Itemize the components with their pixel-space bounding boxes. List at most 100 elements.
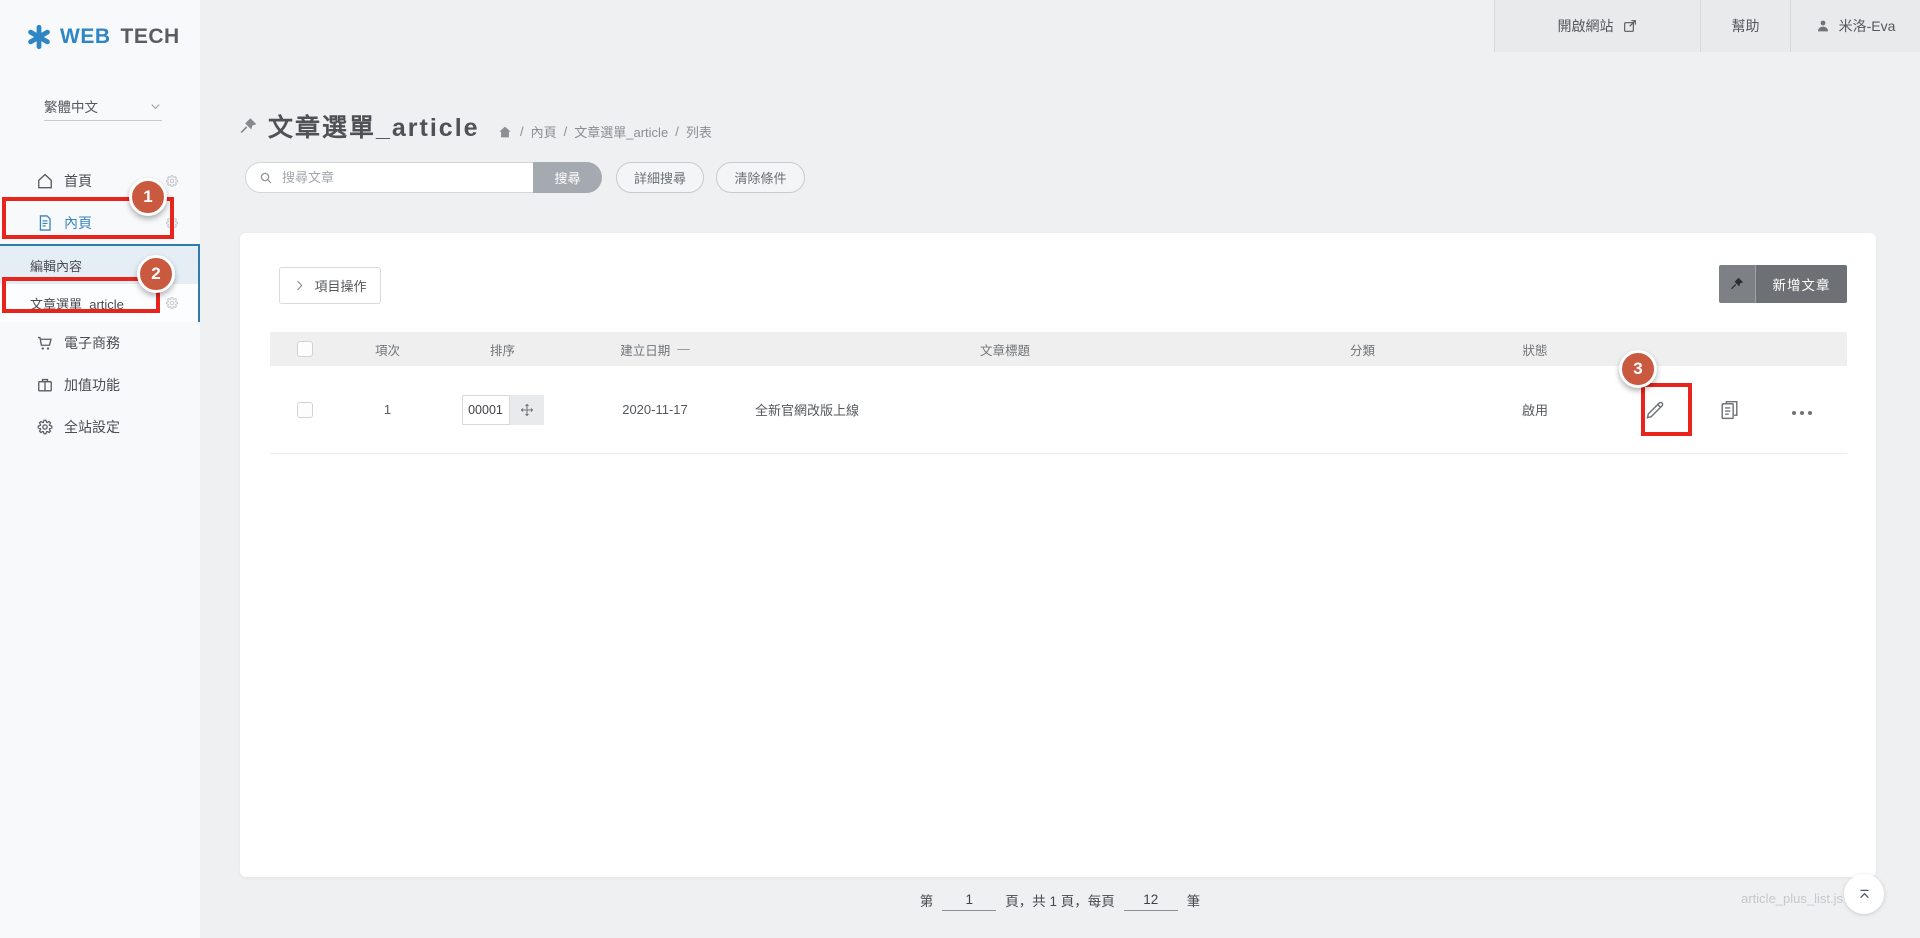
user-menu[interactable]: 米洛-Eva [1790, 0, 1919, 52]
pagination-prefix: 第 [920, 890, 934, 910]
search-row: 搜尋 詳細搜尋 清除條件 [245, 162, 805, 193]
gear-icon[interactable] [164, 173, 180, 189]
language-label: 繁體中文 [44, 96, 98, 116]
topbar: 開啟網站 幫助 米洛-Eva [1494, 0, 1920, 52]
pencil-icon[interactable] [1642, 397, 1667, 422]
sidebar-item-inner-pages[interactable]: 內頁 [0, 202, 200, 244]
chevron-down-icon [149, 100, 162, 113]
bulk-actions-label: 項目操作 [314, 276, 366, 295]
chevron-right-icon [293, 279, 306, 292]
row-actions [1615, 397, 1847, 422]
page-number-input[interactable] [942, 889, 996, 911]
breadcrumb: / 內頁 / 文章選單_article / 列表 [497, 122, 712, 141]
pagination-suffix: 筆 [1187, 890, 1201, 910]
scroll-top-icon [1856, 886, 1873, 903]
move-handle-icon [519, 402, 535, 418]
breadcrumb-separator: / [675, 124, 679, 139]
column-header-category: 分類 [1270, 340, 1455, 359]
table-row: 1 2020-11-17 全新官網改版上線 啟用 [270, 366, 1847, 454]
addons-box-icon [35, 375, 55, 395]
sidebar-item-label: 全站設定 [64, 417, 120, 437]
script-filename: article_plus_list.js [1741, 891, 1843, 906]
table-header-row: 項次 排序 建立日期 — 文章標題 分類 狀態 [270, 332, 1847, 366]
external-link-icon [1622, 18, 1638, 34]
per-page-input[interactable] [1124, 889, 1178, 911]
search-input-wrap [245, 162, 533, 193]
annotation-badge-2: 2 [137, 255, 175, 293]
pushpin-icon [1729, 276, 1746, 293]
add-article-button[interactable]: 新增文章 [1756, 265, 1847, 303]
breadcrumb-item[interactable]: 內頁 [531, 122, 557, 141]
user-name: 米洛-Eva [1839, 16, 1896, 36]
clear-filters-button[interactable]: 清除條件 [716, 162, 805, 193]
sort-order-group [462, 395, 544, 425]
sidebar-item-addons[interactable]: 加值功能 [0, 364, 200, 406]
breadcrumb-separator: / [520, 124, 524, 139]
annotation-badge-3: 3 [1619, 350, 1657, 388]
help-label: 幫助 [1732, 16, 1760, 36]
person-icon [1815, 18, 1831, 34]
sidebar-item-label: 首頁 [64, 171, 92, 191]
copy-icon[interactable] [1717, 397, 1742, 422]
breadcrumb-separator: / [564, 124, 568, 139]
sort-indicator: — [677, 342, 690, 356]
open-site-button[interactable]: 開啟網站 [1494, 0, 1700, 52]
sort-order-input[interactable] [462, 395, 510, 425]
row-title: 全新官網改版上線 [740, 400, 1270, 419]
bulk-actions-button[interactable]: 項目操作 [279, 267, 381, 304]
ellipsis-icon[interactable] [1792, 405, 1812, 415]
logo-text-primary: WEB [60, 25, 111, 49]
pushpin-icon [238, 116, 260, 138]
logo-text-secondary: TECH [121, 25, 180, 49]
sidebar-item-home[interactable]: 首頁 [0, 160, 200, 202]
pin-article-button[interactable] [1719, 265, 1756, 303]
pagination-middle: 頁，共 1 頁，每頁 [1005, 890, 1115, 910]
column-header-index: 項次 [340, 340, 435, 359]
column-header-sort: 排序 [435, 340, 570, 359]
submenu-item-label: 文章選單_article [30, 294, 124, 313]
add-article-group: 新增文章 [1719, 265, 1847, 303]
row-date: 2020-11-17 [570, 402, 740, 417]
language-select[interactable]: 繁體中文 [44, 92, 162, 121]
gear-icon[interactable] [164, 295, 180, 311]
scroll-to-top-button[interactable] [1844, 874, 1884, 914]
row-status: 啟用 [1455, 400, 1615, 419]
sidebar-item-label: 內頁 [64, 213, 92, 233]
page-title: 文章選單_article [268, 108, 480, 144]
column-header-status: 狀態 [1455, 340, 1615, 359]
annotation-badge-1: 1 [129, 178, 167, 216]
advanced-search-button[interactable]: 詳細搜尋 [616, 162, 704, 193]
sidebar-item-label: 電子商務 [64, 333, 120, 353]
sidebar-item-ecommerce[interactable]: 電子商務 [0, 322, 200, 364]
home-icon [35, 171, 55, 191]
article-list-card: 項目操作 新增文章 項次 排序 建立日期 — 文章標題 分類 狀態 [240, 233, 1876, 877]
search-box: 搜尋 [245, 162, 602, 193]
open-site-label: 開啟網站 [1558, 16, 1614, 36]
search-button[interactable]: 搜尋 [533, 162, 602, 193]
article-table: 項次 排序 建立日期 — 文章標題 分類 狀態 1 [270, 332, 1847, 454]
gear-icon[interactable] [164, 215, 180, 231]
sidebar: WEB TECH 繁體中文 首頁 內頁 編輯內容 [0, 0, 200, 938]
breadcrumb-home-icon[interactable] [497, 124, 513, 140]
pagination: 第 頁，共 1 頁，每頁 筆 [200, 889, 1920, 911]
help-button[interactable]: 幫助 [1700, 0, 1790, 52]
cart-icon [35, 333, 55, 353]
breadcrumb-item[interactable]: 文章選單_article [574, 122, 668, 141]
row-checkbox[interactable] [297, 402, 313, 418]
breadcrumb-item-current: 列表 [686, 122, 712, 141]
logo[interactable]: WEB TECH [26, 24, 180, 50]
page-icon [35, 213, 55, 233]
submenu-item-article-menu[interactable]: 文章選單_article [0, 284, 198, 322]
column-header-date[interactable]: 建立日期 — [570, 340, 740, 359]
column-header-date-label: 建立日期 [620, 340, 670, 359]
search-icon [258, 170, 274, 186]
search-input[interactable] [282, 164, 522, 191]
sidebar-item-site-settings[interactable]: 全站設定 [0, 406, 200, 448]
screen: WEB TECH 繁體中文 首頁 內頁 編輯內容 [0, 0, 1920, 938]
drag-handle[interactable] [510, 395, 544, 425]
sidebar-nav: 首頁 內頁 編輯內容 文章選單_article 電子商務 [0, 160, 200, 448]
submenu-item-label: 編輯內容 [30, 256, 82, 275]
column-header-title: 文章標題 [740, 340, 1270, 359]
gear-icon [35, 417, 55, 437]
select-all-checkbox[interactable] [297, 341, 313, 357]
